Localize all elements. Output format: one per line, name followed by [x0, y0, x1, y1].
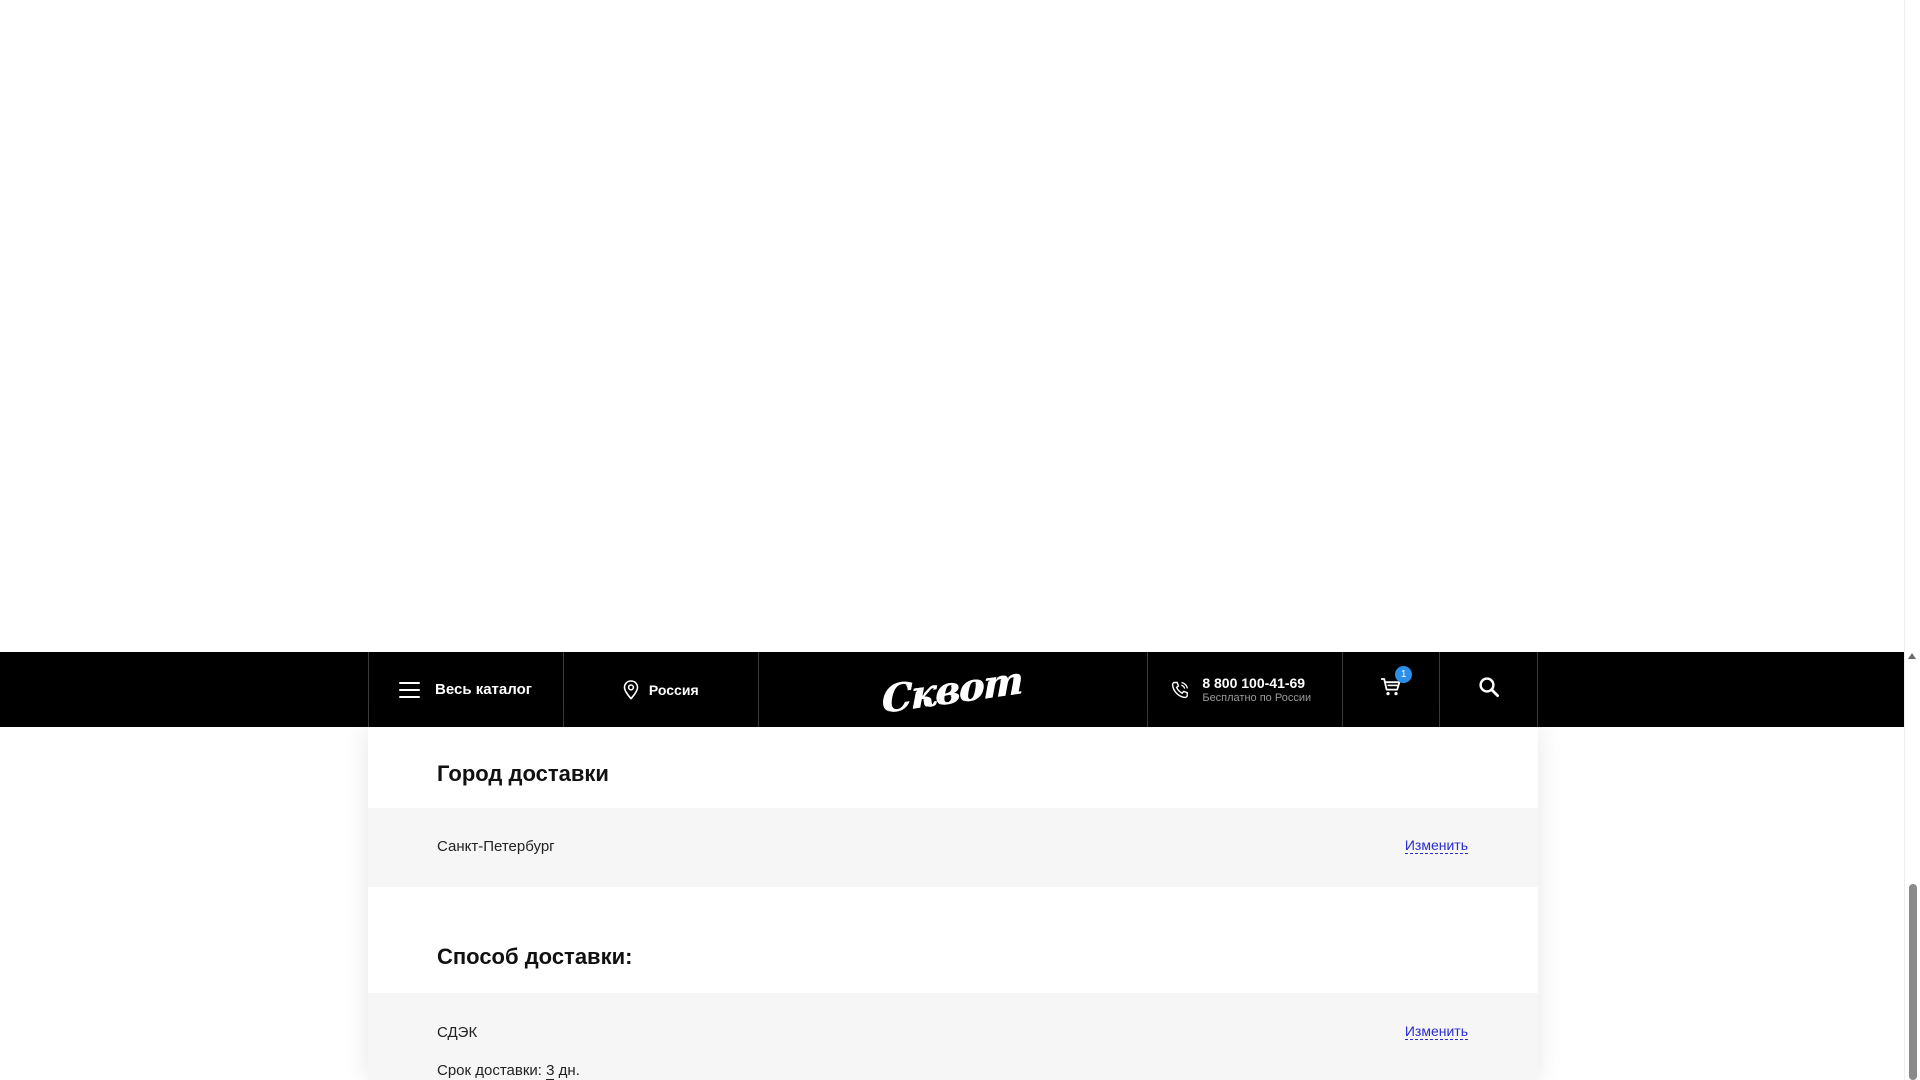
checkout-card: Город доставки Санкт-Петербург Изменить …	[368, 727, 1538, 1080]
delivery-term-label: Срок доставки:	[437, 1062, 542, 1079]
change-city-link[interactable]: Изменить	[1404, 838, 1468, 854]
delivery-city-value: Санкт-Петербург	[437, 838, 555, 855]
header-inner: Весь каталог Россия Сквот 8 800 100-41-6…	[368, 652, 1538, 727]
logo-link[interactable]: Сквот	[759, 652, 1149, 727]
delivery-city-row: Санкт-Петербург Изменить	[368, 808, 1538, 887]
delivery-method-title: Способ доставки:	[437, 944, 633, 969]
catalog-label: Весь каталог	[435, 681, 532, 698]
menu-icon	[399, 681, 420, 698]
search-icon	[1478, 676, 1500, 703]
phone-number: 8 800 100-41-69	[1202, 674, 1306, 691]
page-scrollbar[interactable]	[1904, 0, 1920, 1080]
search-button[interactable]	[1440, 652, 1537, 727]
phone-icon	[1170, 680, 1190, 700]
cart-count-badge: 1	[1395, 666, 1413, 683]
header-bar: Весь каталог Россия Сквот 8 800 100-41-6…	[0, 652, 1904, 727]
delivery-method-row: СДЭК Изменить Срок доставки: 3 дн.	[368, 993, 1538, 1080]
page-viewport: Весь каталог Россия Сквот 8 800 100-41-6…	[0, 0, 1920, 1080]
brand-logo: Сквот	[882, 656, 1024, 723]
region-label: Россия	[648, 681, 699, 698]
region-selector[interactable]: Россия	[564, 652, 759, 727]
delivery-term: Срок доставки: 3 дн.	[437, 1062, 580, 1080]
phone-text-block: 8 800 100-41-69 Бесплатно по России	[1202, 675, 1311, 705]
cart-button[interactable]: 1	[1343, 652, 1441, 727]
location-pin-icon	[623, 679, 639, 700]
change-delivery-method-link[interactable]: Изменить	[1404, 1024, 1468, 1040]
scroll-up-arrow-icon[interactable]	[1908, 653, 1916, 659]
phone-caption: Бесплатно по России	[1202, 691, 1312, 704]
delivery-term-unit: дн.	[558, 1062, 580, 1079]
delivery-term-days: 3	[546, 1062, 555, 1080]
phone-contact[interactable]: 8 800 100-41-69 Бесплатно по России	[1148, 652, 1344, 727]
delivery-city-title: Город доставки	[437, 761, 609, 786]
catalog-menu-button[interactable]: Весь каталог	[369, 652, 564, 727]
scrollbar-thumb[interactable]	[1909, 884, 1917, 1080]
delivery-method-value: СДЭК	[437, 1024, 478, 1041]
